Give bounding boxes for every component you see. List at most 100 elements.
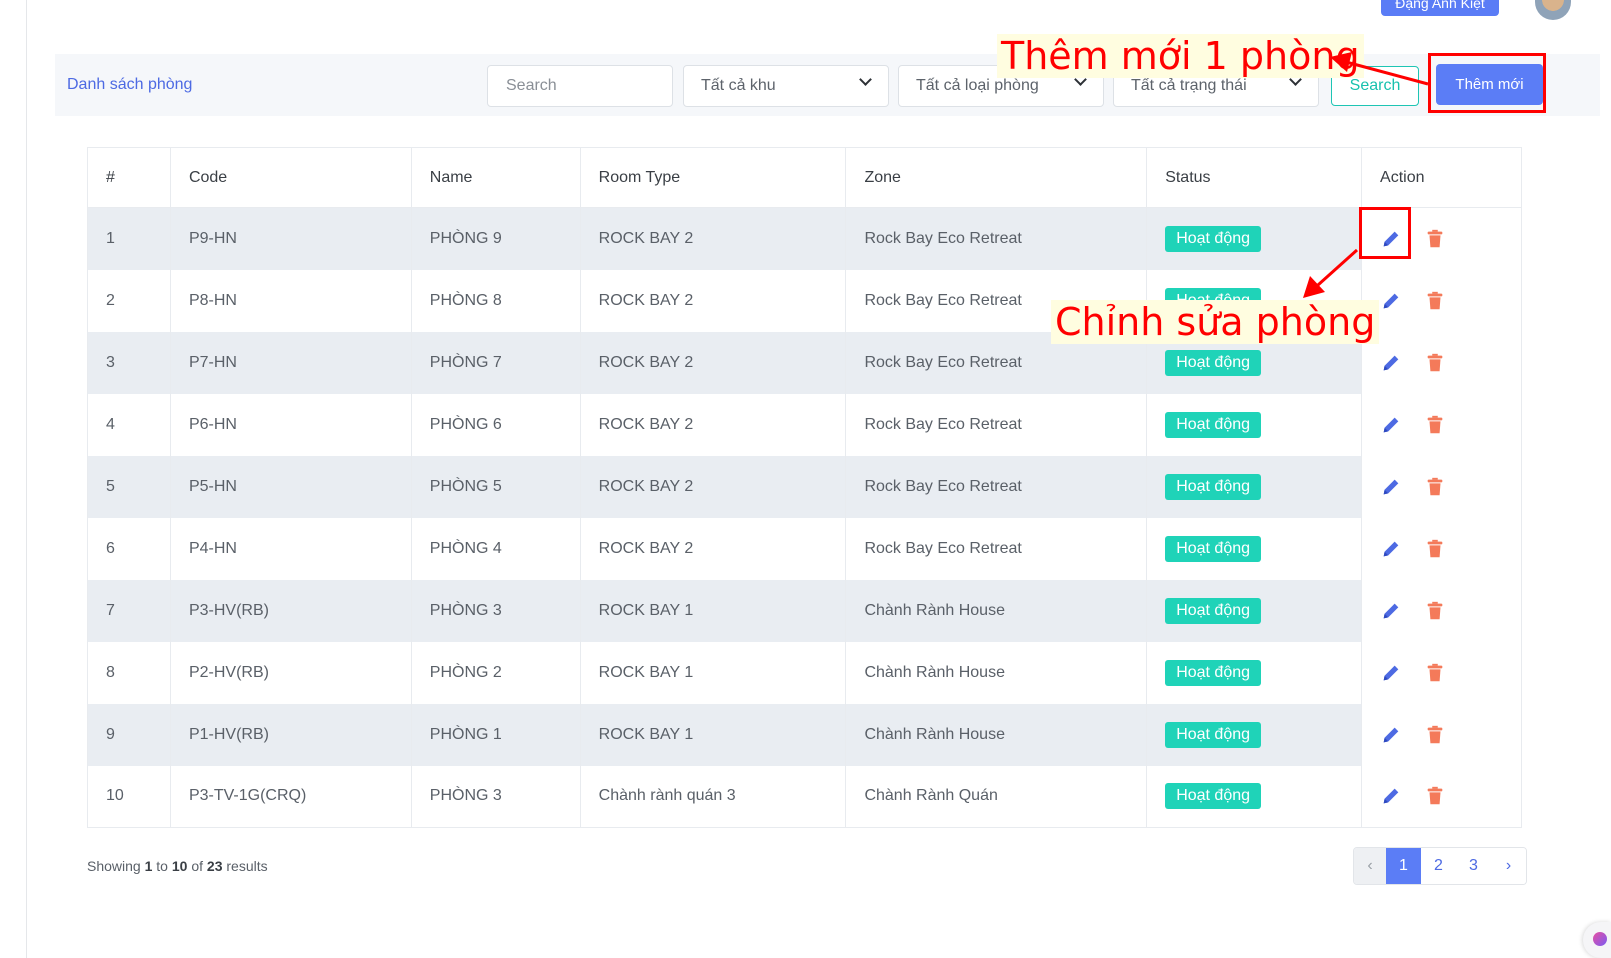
avatar[interactable]	[1535, 0, 1571, 20]
prev-page-button[interactable]: ‹	[1354, 848, 1386, 884]
cell-room-type: ROCK BAY 2	[579, 393, 847, 456]
cell-zone: Rock Bay Eco Retreat	[845, 207, 1148, 270]
pencil-icon[interactable]	[1380, 290, 1402, 312]
table-row: 7 P3-HV(RB) PHÒNG 3 ROCK BAY 1 Chành Rành Ho…	[87, 579, 1522, 642]
cell-zone: Rock Bay Eco Retreat	[845, 517, 1148, 580]
results-suffix: results	[226, 858, 268, 874]
trash-icon[interactable]	[1424, 600, 1446, 622]
col-header-action: Action	[1361, 147, 1522, 208]
pencil-icon[interactable]	[1380, 662, 1402, 684]
pencil-icon[interactable]	[1380, 352, 1402, 374]
edit-button-highlight	[1359, 207, 1411, 259]
cell-action	[1361, 517, 1522, 580]
trash-icon[interactable]	[1424, 538, 1446, 560]
pencil-icon[interactable]	[1380, 600, 1402, 622]
page-button-2[interactable]: 2	[1421, 848, 1456, 884]
pencil-icon[interactable]	[1380, 538, 1402, 560]
cell-action	[1361, 579, 1522, 642]
page-button-3[interactable]: 3	[1456, 848, 1491, 884]
pencil-icon[interactable]	[1380, 785, 1402, 807]
cell-zone: Chành Rành House	[845, 703, 1148, 766]
col-header-zone: Zone	[845, 147, 1148, 208]
col-header-room-type: Room Type	[579, 147, 847, 208]
results-from: 1	[144, 858, 153, 874]
pencil-icon[interactable]	[1380, 476, 1402, 498]
zone-filter-select[interactable]: Tất cả khu	[683, 65, 889, 107]
cell-action	[1361, 765, 1522, 828]
cell-name: PHÒNG 2	[410, 641, 581, 704]
cell-action	[1361, 455, 1522, 518]
add-button-highlight	[1428, 53, 1546, 113]
trash-icon[interactable]	[1424, 476, 1446, 498]
pencil-icon[interactable]	[1380, 414, 1402, 436]
table-row: 6 P4-HN PHÒNG 4 ROCK BAY 2 Rock Bay Eco Retr…	[87, 517, 1522, 580]
cell-zone: Chành Rành Quán	[845, 765, 1148, 828]
status-badge: Hoạt động	[1165, 349, 1262, 376]
cell-room-type: ROCK BAY 2	[579, 455, 847, 518]
trash-icon[interactable]	[1424, 785, 1446, 807]
search-input[interactable]	[487, 65, 673, 107]
of-word: of	[191, 858, 204, 874]
left-sidebar-edge	[0, 0, 27, 958]
table-row: 4 P6-HN PHÒNG 6 ROCK BAY 2 Rock Bay Eco Retr…	[87, 393, 1522, 456]
cell-code: P3-TV-1G(CRQ)	[169, 765, 412, 828]
results-total: 23	[206, 858, 223, 874]
cell-name: PHÒNG 8	[410, 269, 581, 332]
cell-number: 6	[87, 517, 171, 580]
user-area: Đặng Anh Kiệt	[1381, 0, 1571, 20]
status-badge: Hoạt động	[1165, 597, 1262, 624]
cell-name: PHÒNG 6	[410, 393, 581, 456]
user-name-button[interactable]: Đặng Anh Kiệt	[1381, 0, 1499, 16]
cell-code: P8-HN	[169, 269, 412, 332]
room-list-card: Danh sách phòng Tất cả khu Tất cả loại p…	[55, 54, 1600, 958]
cell-name: PHÒNG 3	[410, 765, 581, 828]
col-header-number: #	[87, 147, 171, 208]
cell-status: Hoạt động	[1146, 455, 1363, 518]
chevron-down-icon	[859, 73, 872, 86]
pencil-icon[interactable]	[1380, 724, 1402, 746]
table-row: 9 P1-HV(RB) PHÒNG 1 ROCK BAY 1 Chành Rành Ho…	[87, 703, 1522, 766]
cell-room-type: ROCK BAY 2	[579, 269, 847, 332]
cell-number: 4	[87, 393, 171, 456]
cell-code: P9-HN	[169, 207, 412, 270]
table-header-row: # Code Name Room Type Zone Status Action	[87, 147, 1522, 208]
cell-name: PHÒNG 5	[410, 455, 581, 518]
cell-number: 10	[87, 765, 171, 828]
trash-icon[interactable]	[1424, 414, 1446, 436]
cell-room-type: ROCK BAY 2	[579, 517, 847, 580]
cell-room-type: ROCK BAY 1	[579, 579, 847, 642]
cell-name: PHÒNG 1	[410, 703, 581, 766]
status-badge: Hoạt động	[1165, 535, 1262, 562]
cell-action	[1361, 331, 1522, 394]
page-button-1[interactable]: 1	[1386, 848, 1421, 884]
cell-action	[1361, 269, 1522, 332]
col-header-code: Code	[169, 147, 412, 208]
floating-assistant-button[interactable]	[1583, 922, 1611, 958]
trash-icon[interactable]	[1424, 352, 1446, 374]
cell-zone: Chành Rành House	[845, 641, 1148, 704]
cell-name: PHÒNG 9	[410, 207, 581, 270]
cell-room-type: ROCK BAY 2	[579, 331, 847, 394]
trash-icon[interactable]	[1424, 228, 1446, 250]
cell-number: 7	[87, 579, 171, 642]
table-row: 8 P2-HV(RB) PHÒNG 2 ROCK BAY 1 Chành Rành Ho…	[87, 641, 1522, 704]
cell-zone: Rock Bay Eco Retreat	[845, 455, 1148, 518]
cell-code: P3-HV(RB)	[169, 579, 412, 642]
cell-action	[1361, 703, 1522, 766]
cell-room-type: Chành rành quán 3	[579, 765, 847, 828]
room-table: # Code Name Room Type Zone Status Action…	[87, 147, 1522, 828]
status-filter-value: Tất cả trạng thái	[1131, 77, 1247, 94]
toolbar: Danh sách phòng Tất cả khu Tất cả loại p…	[55, 54, 1600, 116]
next-page-button[interactable]: ›	[1491, 848, 1526, 884]
trash-icon[interactable]	[1424, 724, 1446, 746]
cell-status: Hoạt động	[1146, 703, 1363, 766]
trash-icon[interactable]	[1424, 290, 1446, 312]
edit-room-annotation: Chỉnh sửa phòng	[1051, 300, 1380, 344]
cell-status: Hoạt động	[1146, 393, 1363, 456]
trash-icon[interactable]	[1424, 662, 1446, 684]
table-row: 10 P3-TV-1G(CRQ) PHÒNG 3 Chành rành quán 3C…	[87, 765, 1522, 828]
cell-action	[1361, 641, 1522, 704]
cell-status: Hoạt động	[1146, 579, 1363, 642]
cell-status: Hoạt động	[1146, 517, 1363, 580]
cell-code: P6-HN	[169, 393, 412, 456]
